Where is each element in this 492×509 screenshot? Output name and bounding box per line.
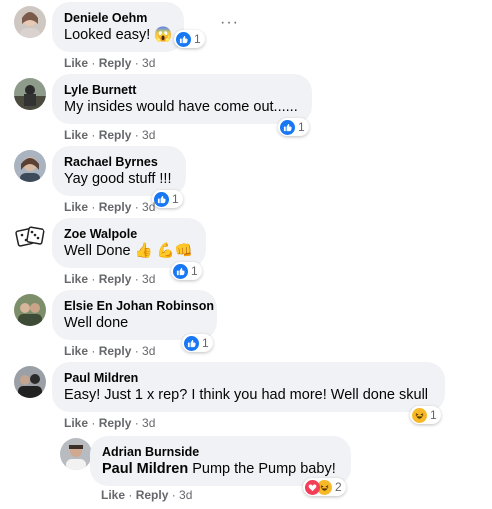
like-link[interactable]: Like [64,272,88,286]
comment-text: Yay good stuff !!! [64,171,172,187]
reply-link[interactable]: Reply [99,272,132,286]
reply-link[interactable]: Reply [99,56,132,70]
comment-age[interactable]: 3d [179,488,192,502]
reaction-count-badge[interactable]: 1 [174,30,205,48]
reaction-count-badge[interactable]: 1 [278,118,309,136]
like-link[interactable]: Like [64,416,88,430]
like-link[interactable]: Like [64,56,88,70]
reaction-count-badge[interactable]: 2 [303,478,346,496]
avatar[interactable] [14,150,46,182]
comment-age[interactable]: 3d [142,200,155,214]
comment-text: Paul Mildren Pump the Pump baby! [102,460,339,479]
comment-actions: Like · Reply · 3d [64,416,156,430]
reaction-count: 1 [202,336,209,350]
avatar[interactable] [14,294,46,326]
comment-text: Looked easy! 😱 [64,27,173,43]
comment-actions: Like · Reply · 3d [64,128,156,142]
comment-text: Well Done 👍 💪👊 [64,243,193,259]
avatar[interactable] [60,438,92,470]
like-icon [176,31,191,47]
like-icon [154,191,169,207]
more-options-icon[interactable]: ··· [220,14,239,32]
like-link[interactable]: Like [64,344,88,358]
reaction-count: 1 [194,32,201,46]
reaction-count-badge[interactable]: 1 [182,334,213,352]
comment-author[interactable]: Deniele Oehm [64,10,172,26]
reply-link[interactable]: Reply [99,416,132,430]
comment-bubble: Deniele Oehm Looked easy! 😱 [52,2,184,52]
reaction-count: 1 [191,264,198,278]
like-icon [184,335,199,351]
comment-actions: Like · Reply · 3d [64,344,156,358]
reaction-count: 1 [298,120,305,134]
like-link[interactable]: Like [64,128,88,142]
avatar[interactable] [14,6,46,38]
like-icon [280,119,295,135]
reply-link[interactable]: Reply [99,128,132,142]
comment-bubble: Zoe Walpole Well Done 👍 💪👊 [52,218,206,268]
comment-text: Easy! Just 1 x rep? I think you had more… [64,387,429,403]
comment-author[interactable]: Zoe Walpole [64,226,194,242]
like-link[interactable]: Like [101,488,125,502]
comment-actions: Like · Reply · 3d [64,56,156,70]
dice-avatar[interactable] [14,222,46,254]
love-icon [305,479,320,495]
comment-bubble: Elsie En Johan Robinson Well done [52,290,217,340]
reaction-count-badge[interactable]: 1 [152,190,183,208]
comment-age[interactable]: 3d [142,416,155,430]
comment-author[interactable]: Adrian Burnside [102,444,339,460]
comment-author[interactable]: Elsie En Johan Robinson [64,298,214,314]
like-link[interactable]: Like [64,200,88,214]
comment-actions: Like · Reply · 3d [101,488,193,502]
comment-bubble: Rachael Byrnes Yay good stuff !!! [52,146,186,196]
reaction-count: 2 [335,480,342,494]
comment-age[interactable]: 3d [142,344,155,358]
comment-actions: Like · Reply · 3d [64,272,156,286]
comment-age[interactable]: 3d [142,128,155,142]
comment-author[interactable]: Rachael Byrnes [64,154,174,170]
comment-bubble: Paul Mildren Easy! Just 1 x rep? I think… [52,362,445,412]
comment-age[interactable]: 3d [142,56,155,70]
like-icon [173,263,188,279]
reaction-count-badge[interactable]: 1 [171,262,202,280]
comment-age[interactable]: 3d [142,272,155,286]
reply-link[interactable]: Reply [136,488,169,502]
reaction-count: 1 [172,192,179,206]
comment-text: Well done [64,315,129,331]
avatar[interactable] [14,78,46,110]
avatar[interactable] [14,366,46,398]
reaction-count-badge[interactable]: 1 [410,406,441,424]
mention-link[interactable]: Paul Mildren [102,461,188,477]
comment-author[interactable]: Lyle Burnett [64,82,300,98]
reaction-count: 1 [430,408,437,422]
comment-author[interactable]: Paul Mildren [64,370,433,386]
comment-text-body: Pump the Pump baby! [188,461,336,477]
reply-link[interactable]: Reply [99,200,132,214]
haha-icon [412,407,427,423]
comment-text: My insides would have come out...... [64,99,298,115]
comment-actions: Like · Reply · 3d [64,200,156,214]
comment-bubble: Lyle Burnett My insides would have come … [52,74,312,124]
reply-link[interactable]: Reply [99,344,132,358]
